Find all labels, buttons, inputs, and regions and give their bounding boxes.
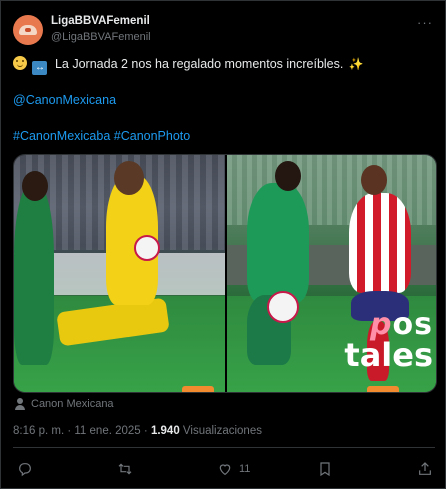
- retweet-button[interactable]: [117, 457, 133, 481]
- person-icon: [15, 398, 25, 410]
- photo-credit[interactable]: Canon Mexicana: [15, 398, 114, 410]
- photo-tag: [182, 386, 214, 392]
- photo-tag: [367, 386, 399, 392]
- credit-label: Canon Mexicana: [31, 398, 114, 410]
- like-count: 11: [239, 463, 251, 475]
- author-name[interactable]: LigaBBVAFemenil: [51, 15, 150, 27]
- bookmark-icon: [320, 462, 330, 477]
- player-sanluis: [349, 193, 411, 293]
- sparkles-emoji-icon: ✨: [348, 57, 364, 71]
- logo-mark: [19, 25, 37, 35]
- postales-watermark: pos tales: [344, 307, 433, 374]
- photo-goalkeeper[interactable]: [14, 155, 225, 392]
- media-grid: pos tales: [13, 154, 437, 393]
- like-icon: [219, 464, 231, 476]
- more-icon[interactable]: ···: [417, 15, 433, 30]
- like-button[interactable]: 11: [217, 457, 250, 481]
- avatar[interactable]: [13, 15, 43, 45]
- post-date[interactable]: 11 ene. 2025: [74, 425, 140, 437]
- post-meta: 8:16 p. m. · 11 ene. 2025 · 1.940 Visual…: [13, 425, 262, 437]
- divider: [13, 447, 435, 448]
- player-sanluis-head: [361, 165, 387, 195]
- share-button[interactable]: [417, 457, 433, 481]
- bookmark-button[interactable]: [317, 457, 333, 481]
- separator: ·: [67, 425, 72, 437]
- photo-duel[interactable]: pos tales: [227, 155, 436, 392]
- smile-emoji-icon: [13, 56, 27, 70]
- author-handle[interactable]: @LigaBBVAFemenil: [51, 31, 151, 43]
- retweet-icon: [118, 463, 132, 475]
- left-right-arrow-emoji-icon: ↔: [32, 61, 48, 75]
- post-card: LigaBBVAFemenil @LigaBBVAFemenil ··· ↔ L…: [0, 0, 446, 489]
- separator: ·: [143, 425, 148, 437]
- post-text: ↔ La Jornada 2 nos ha regalado momentos …: [13, 56, 364, 75]
- views-label: Visualizaciones: [182, 425, 262, 437]
- post-text-body: La Jornada 2 nos ha regalado momentos in…: [54, 57, 344, 71]
- hashtags-link[interactable]: #CanonMexicaba #CanonPhoto: [13, 128, 190, 144]
- goalkeeper-head: [114, 161, 144, 195]
- views-count: 1.940: [150, 425, 180, 437]
- mention-link[interactable]: @CanonMexicana: [13, 92, 116, 108]
- player-leon-head: [275, 161, 301, 191]
- action-bar: 11: [1, 457, 446, 481]
- player-green: [14, 185, 54, 365]
- share-icon: [419, 462, 431, 475]
- post-time[interactable]: 8:16 p. m.: [13, 425, 64, 437]
- reply-button[interactable]: [17, 457, 33, 481]
- ball: [267, 291, 299, 323]
- player-green-head: [22, 171, 48, 201]
- ball: [134, 235, 160, 261]
- player-leon: [247, 183, 309, 303]
- reply-icon: [19, 463, 31, 477]
